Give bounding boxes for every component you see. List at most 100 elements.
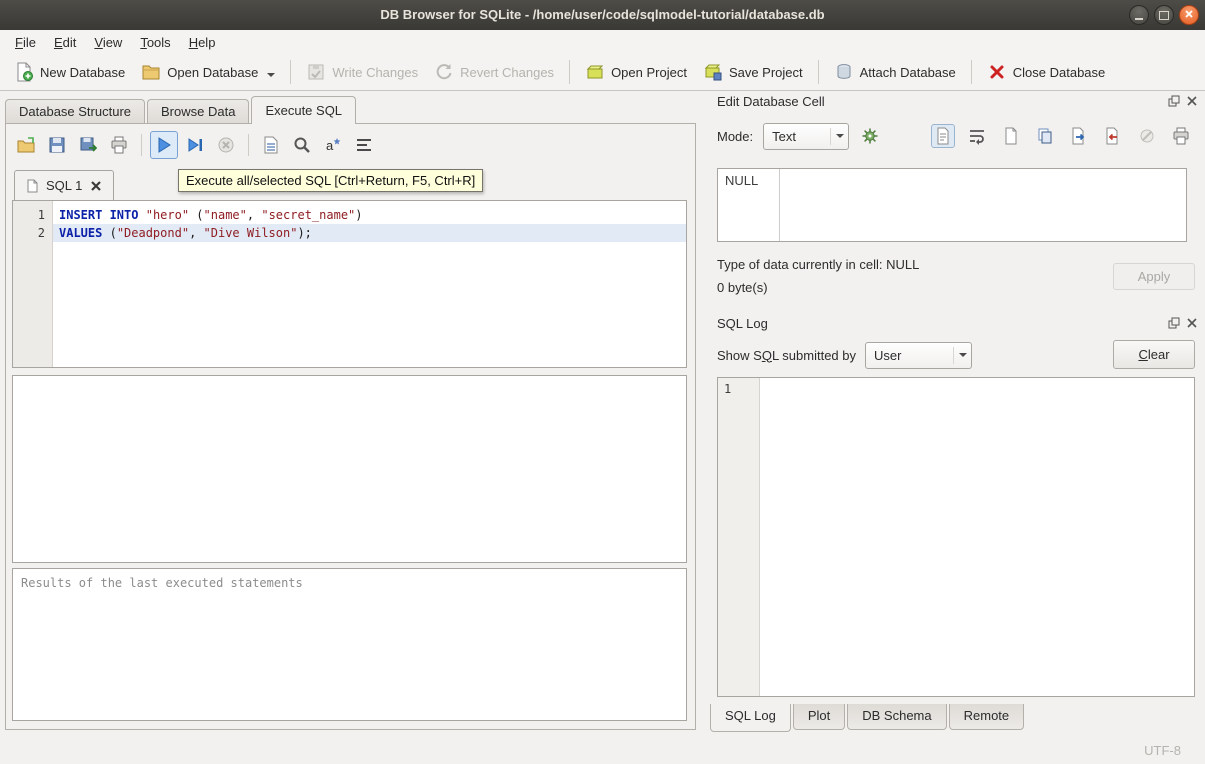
edit-cell-close-button[interactable] [1185,94,1199,108]
blank-document-icon [1002,127,1020,145]
open-sql-file-button[interactable] [12,131,40,159]
sql-document-tabbar: SQL 1 [14,170,114,199]
close-button[interactable] [1179,5,1199,25]
edit-cell-float-button[interactable] [1167,94,1181,108]
toolbar-separator [141,134,142,156]
write-changes-icon [306,62,326,82]
close-icon [1184,9,1194,21]
edit-cell-title: Edit Database Cell [717,94,1163,109]
dock-tab-sql-log[interactable]: SQL Log [710,704,791,732]
dock-tab-plot[interactable]: Plot [793,704,845,730]
submitted-by-value: User [866,348,953,363]
execute-all-button[interactable] [150,131,178,159]
new-database-button[interactable]: New Database [6,57,133,87]
toolbar-separator [818,60,819,84]
line-number: 1 [13,206,52,224]
sql-code-area[interactable]: INSERT INTO "hero" ("name", "secret_name… [53,201,686,367]
sql-editor[interactable]: 1 2 INSERT INTO "hero" ("name", "secret_… [12,200,687,368]
sql-log-close-button[interactable] [1185,316,1199,330]
new-content-button[interactable] [999,124,1023,148]
toolbar-separator [971,60,972,84]
stop-execution-icon [217,136,235,154]
attach-database-icon [834,62,854,82]
toolbar-separator [290,60,291,84]
edit-cell-toolbar [931,124,1193,148]
open-database-dropdown-icon[interactable] [267,73,275,77]
import-content-button[interactable] [1067,124,1091,148]
menubar: File Edit View Tools Help [0,30,1205,54]
open-project-icon [585,62,605,82]
sql-log-view: 1 [717,377,1195,697]
titlebar: DB Browser for SQLite - /home/user/code/… [0,0,1205,31]
sql-toolbar: a [12,130,378,160]
word-wrap-button[interactable] [965,124,989,148]
copy-button[interactable] [1033,124,1057,148]
save-results-button[interactable] [257,131,285,159]
results-placeholder-text: Results of the last executed statements [21,576,303,590]
cell-value-editor[interactable]: NULL [717,168,1187,242]
menu-tools[interactable]: Tools [131,32,179,53]
close-database-button[interactable]: Close Database [979,57,1114,87]
format-sql-button[interactable] [350,131,378,159]
sql-log-float-button[interactable] [1167,316,1181,330]
dock-tab-db-schema[interactable]: DB Schema [847,704,946,730]
auto-complete-icon: a [324,136,342,154]
toolbar-separator [569,60,570,84]
minimize-button[interactable] [1129,5,1149,25]
clear-log-button[interactable]: Clear [1113,340,1195,369]
window-controls [1129,5,1199,25]
mode-select[interactable]: Text [763,123,849,150]
menu-edit[interactable]: Edit [45,32,85,53]
code-line-1: INSERT INTO "hero" ("name", "secret_name… [53,206,686,224]
cell-size-info: 0 byte(s) [717,280,768,295]
attach-database-button[interactable]: Attach Database [826,57,964,87]
auto-complete-button[interactable]: a [319,131,347,159]
dock-tab-bar: SQL Log Plot DB Schema Remote [710,704,1026,732]
cell-settings-button[interactable] [857,123,883,149]
export-content-button[interactable] [1101,124,1125,148]
mode-label: Mode: [717,129,753,144]
set-null-icon [1138,127,1156,145]
tab-database-structure[interactable]: Database Structure [5,99,145,124]
maximize-button[interactable] [1154,5,1174,25]
text-mode-button[interactable] [931,124,955,148]
menu-file[interactable]: File [6,32,45,53]
word-wrap-icon [968,127,986,145]
save-sql-file-as-icon [79,136,97,154]
main-toolbar: New Database Open Database Write Changes… [0,54,1205,91]
execute-current-line-icon [186,136,204,154]
save-sql-file-as-button[interactable] [74,131,102,159]
cell-edit-area[interactable] [780,169,1186,241]
save-sql-file-button[interactable] [43,131,71,159]
import-icon [1070,127,1088,145]
menu-help[interactable]: Help [180,32,225,53]
stop-execution-button [212,131,240,159]
close-tab-icon[interactable] [89,179,103,193]
execute-tooltip: Execute all/selected SQL [Ctrl+Return, F… [178,169,483,192]
results-grid [12,375,687,563]
print-cell-button[interactable] [1169,124,1193,148]
save-project-button[interactable]: Save Project [695,57,811,87]
open-sql-file-icon [17,136,35,154]
dock-tab-remote[interactable]: Remote [949,704,1025,730]
sql-document-tab-label: SQL 1 [46,178,82,193]
sql-document-tab[interactable]: SQL 1 [14,170,114,200]
find-replace-button[interactable] [288,131,316,159]
tab-execute-sql[interactable]: Execute SQL [251,96,356,124]
print-sql-button[interactable] [105,131,133,159]
revert-changes-icon [434,62,454,82]
apply-button: Apply [1113,263,1195,290]
copy-icon [1036,127,1054,145]
log-content [760,378,1194,696]
execute-current-line-button[interactable] [181,131,209,159]
open-project-button[interactable]: Open Project [577,57,695,87]
edit-cell-dock-header: Edit Database Cell [717,92,1199,110]
menu-view[interactable]: View [85,32,131,53]
submitted-by-select[interactable]: User [865,342,972,369]
print-icon [1172,127,1190,145]
toolbar-separator [248,134,249,156]
tab-browse-data[interactable]: Browse Data [147,99,249,124]
open-database-button[interactable]: Open Database [133,57,283,87]
cell-type-info: Type of data currently in cell: NULL [717,257,919,272]
print-icon [110,136,128,154]
